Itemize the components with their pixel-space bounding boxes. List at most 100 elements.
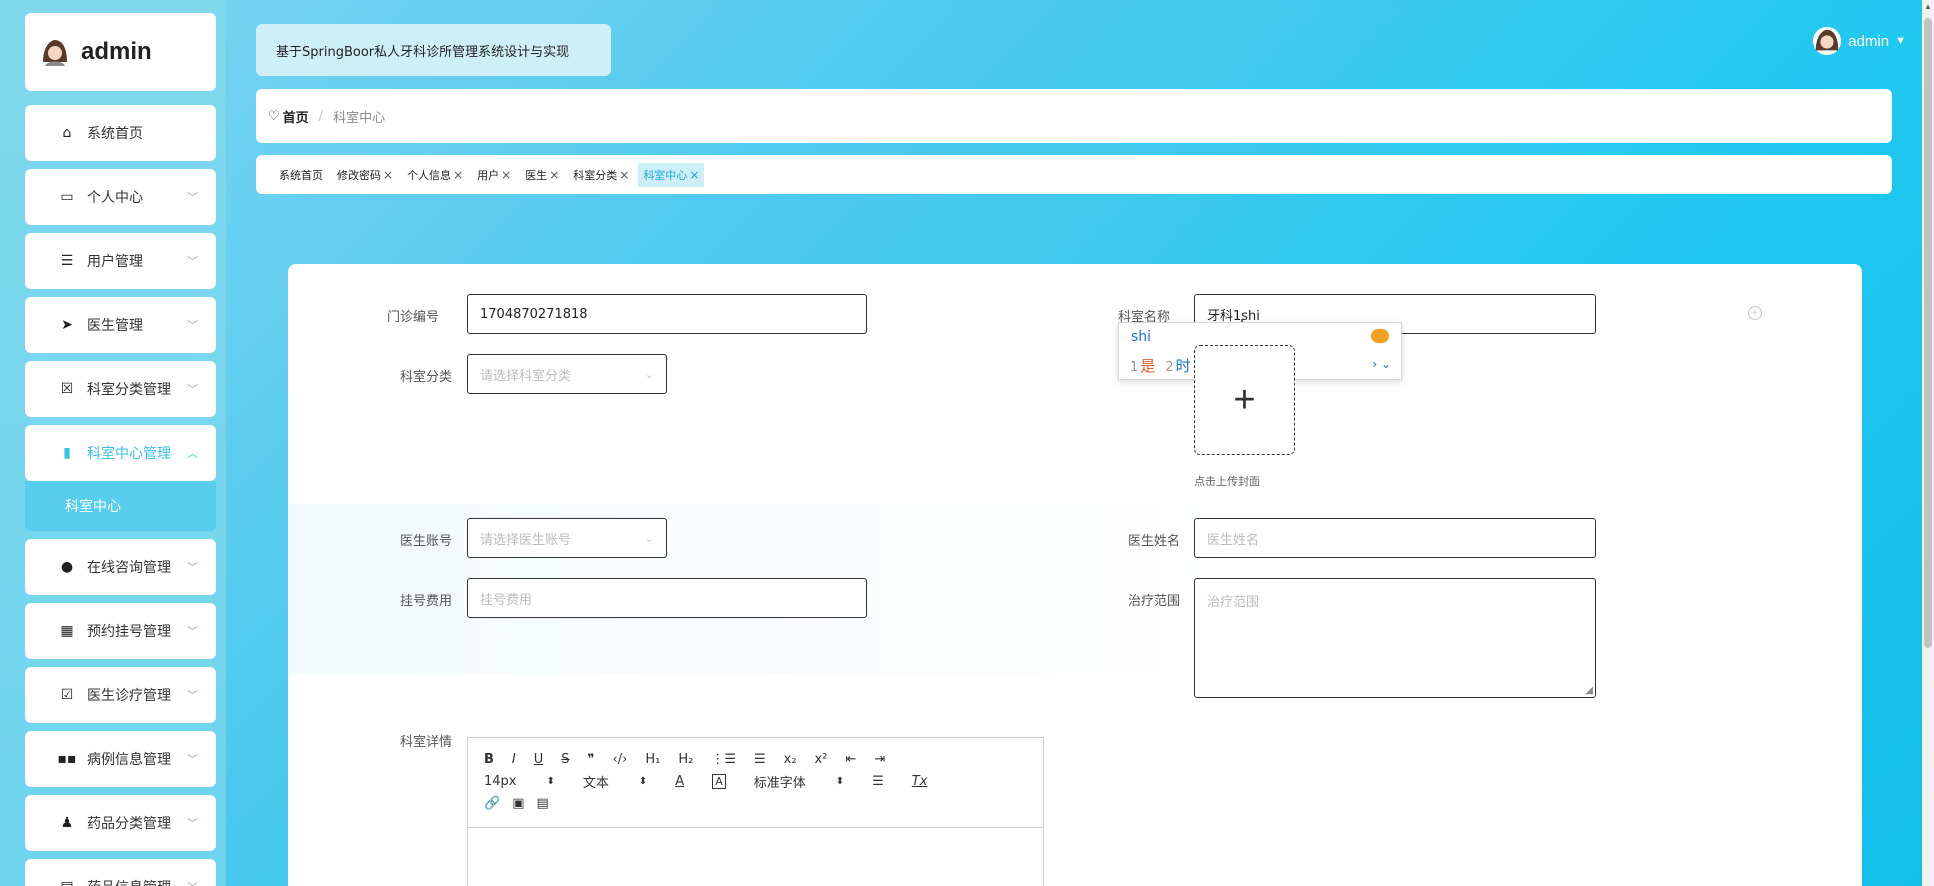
sidebar-item-label: 科室中心管理 [87, 446, 171, 462]
sidebar-item-label: 医生诊疗管理 [87, 688, 171, 704]
tag-6[interactable]: 科室中心 × [638, 162, 705, 187]
close-icon[interactable]: × [689, 168, 699, 182]
text-color-icon[interactable]: A [675, 774, 684, 789]
background-color-icon[interactable]: A [712, 773, 726, 789]
tag-0[interactable]: 系统首页 [274, 163, 328, 187]
close-icon[interactable]: × [453, 168, 463, 182]
add-circle-icon[interactable]: + [1748, 306, 1762, 320]
tag-5[interactable]: 科室分类 × [568, 163, 634, 187]
user-avatar-icon [1813, 26, 1842, 56]
ime-candidate-number: 2 [1165, 360, 1174, 375]
scope-placeholder: 治疗范围 [1207, 595, 1260, 610]
editor-tool-6-icon[interactable]: H₁ [645, 752, 660, 767]
ime-candidate[interactable]: 2时 [1165, 355, 1190, 376]
sidebar-item-7[interactable]: ▦ 预约挂号管理 ﹀ [25, 603, 216, 659]
editor-tool-1-icon[interactable]: I [512, 752, 516, 767]
user-menu[interactable]: admin ▼ [1812, 26, 1906, 56]
editor-tool-4-icon[interactable]: ❞ [588, 752, 595, 767]
tag-3[interactable]: 用户 × [472, 163, 516, 187]
close-icon[interactable]: × [549, 168, 559, 182]
app-title: 基于SpringBoor私人牙科诊所管理系统设计与实现 [256, 24, 611, 76]
sidebar-item-11[interactable]: ▤ 药品信息管理 ﹀ [25, 859, 216, 886]
editor-tool-5-icon[interactable]: ‹/› [613, 752, 628, 767]
clinic-no-input[interactable]: 1704870271818 [467, 294, 867, 334]
video-icon[interactable]: ▤ [536, 796, 548, 811]
scope-textarea[interactable]: 治疗范围 ◢ [1194, 578, 1596, 698]
font-family-select[interactable]: 标准字体 ⬍ [754, 772, 844, 791]
grid-icon: ▦ [60, 623, 74, 639]
doctor-account-select[interactable]: 请选择医生账号 ⌄ [467, 518, 667, 558]
chevron-down-icon: ﹀ [187, 191, 198, 204]
clipboard-x-icon: ☒ [60, 381, 74, 397]
avatar-icon [40, 37, 70, 67]
tag-2[interactable]: 个人信息 × [402, 163, 468, 187]
tag-4[interactable]: 医生 × [520, 163, 564, 187]
scroll-up-icon[interactable]: ▲ [1924, 2, 1932, 11]
book-icon: ▮ [63, 445, 71, 461]
clipboard-check-icon: ☑ [60, 687, 74, 703]
breadcrumb-separator: / [318, 108, 324, 124]
sidebar-item-label: 科室分类管理 [87, 382, 171, 398]
format-select[interactable]: 文本 ⬍ [583, 772, 647, 791]
brand-title: admin [81, 38, 152, 65]
scrollbar-thumb[interactable] [1924, 18, 1932, 648]
ime-pager[interactable]: › ⌄ [1372, 357, 1391, 371]
editor-tool-13-icon[interactable]: ⇥ [874, 752, 885, 767]
ime-candidate[interactable]: 1是 [1130, 355, 1155, 376]
editor-tool-11-icon[interactable]: x² [815, 752, 828, 767]
breadcrumb: ♡ 首页 / 科室中心 [256, 89, 1892, 143]
apps-icon: ▪▪ [57, 751, 77, 767]
sidebar-item-1[interactable]: ▭ 个人中心 ﹀ [25, 169, 216, 225]
sidebar-item-8[interactable]: ☑ 医生诊疗管理 ﹀ [25, 667, 216, 723]
close-icon[interactable]: × [501, 168, 511, 182]
reg-fee-input[interactable]: 挂号费用 [467, 578, 867, 618]
sidebar-item-2[interactable]: ☰ 用户管理 ﹀ [25, 233, 216, 289]
sidebar-item-6[interactable]: ● 在线咨询管理 ﹀ [25, 539, 216, 595]
sidebar-item-label: 药品信息管理 [87, 877, 179, 886]
sidebar-item-5[interactable]: ▮ 科室中心管理 ︿ [25, 425, 216, 481]
link-icon[interactable]: 🔗 [484, 796, 500, 811]
image-icon[interactable]: ▣ [512, 796, 524, 811]
editor-tool-9-icon[interactable]: ☰ [754, 752, 766, 767]
breadcrumb-home-label: 首页 [282, 110, 309, 126]
tag-label: 科室分类 [573, 168, 618, 182]
page-scrollbar[interactable]: ▲ [1922, 0, 1934, 886]
tag-label: 用户 [477, 168, 500, 182]
sidebar-item-label: 病例信息管理 [87, 752, 171, 768]
sidebar-item-4[interactable]: ☒ 科室分类管理 ﹀ [25, 361, 216, 417]
editor-tool-0-icon[interactable]: B [484, 752, 494, 767]
editor-tool-7-icon[interactable]: H₂ [678, 752, 693, 767]
editor-tool-2-icon[interactable]: U [534, 752, 544, 767]
sidebar-item-3[interactable]: ➤ 医生管理 ﹀ [25, 297, 216, 353]
dept-category-select[interactable]: 请选择科室分类 ⌄ [467, 354, 667, 394]
font-family-value: 标准字体 [753, 775, 806, 791]
tag-1[interactable]: 修改密码 × [332, 163, 398, 187]
sidebar-item-0[interactable]: ⌂ 系统首页 [25, 105, 216, 161]
editor-tool-3-icon[interactable]: S [561, 752, 569, 767]
chevron-down-icon: ﹀ [187, 561, 198, 574]
sidebar-item-10[interactable]: ♟ 药品分类管理 ﹀ [25, 795, 216, 851]
sidebar-item-9[interactable]: ▪▪ 病例信息管理 ﹀ [25, 731, 216, 787]
rich-text-editor[interactable]: B I U S ❞ ‹/› H₁ H₂ ⋮☰ ☰ x₂ x² ⇤ ⇥ 14px ⬍ 文本 ⬍ A A 标准… [467, 737, 1044, 886]
editor-tool-12-icon[interactable]: ⇤ [845, 752, 856, 767]
font-size-value: 14px [484, 773, 517, 789]
caret-down-icon: ▼ [1895, 35, 1906, 47]
cover-upload[interactable]: + [1194, 345, 1295, 455]
updown-icon: ⬍ [546, 775, 555, 787]
brand: admin [25, 13, 216, 91]
align-icon[interactable]: ☰ [872, 774, 884, 789]
font-size-select[interactable]: 14px ⬍ [484, 774, 555, 789]
doctor-name-input[interactable]: 医生姓名 [1194, 518, 1596, 558]
resize-grip-icon[interactable]: ◢ [1585, 685, 1593, 696]
ime-candidate-number: 1 [1130, 360, 1139, 375]
clear-format-icon[interactable]: Tx [912, 774, 928, 789]
close-icon[interactable]: × [383, 168, 393, 182]
tag-label: 系统首页 [279, 168, 323, 182]
editor-tool-8-icon[interactable]: ⋮☰ [711, 752, 736, 767]
close-icon[interactable]: × [619, 168, 629, 182]
editor-tool-10-icon[interactable]: x₂ [784, 752, 797, 767]
sidebar-subitem-dept-center[interactable]: 科室中心 [25, 481, 216, 531]
breadcrumb-home[interactable]: ♡ 首页 [268, 107, 309, 126]
sidebar-item-label: 用户管理 [87, 254, 143, 270]
ime-candidate-text: 时 [1175, 357, 1191, 375]
